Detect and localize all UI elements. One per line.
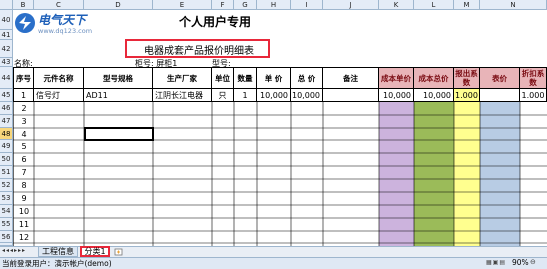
row-header-48[interactable]: 48: [0, 128, 13, 140]
row-header-46[interactable]: 46: [0, 102, 13, 115]
row45-model[interactable]: AD11: [84, 89, 153, 102]
row-header-56[interactable]: 56: [0, 231, 13, 243]
tab-scroll-arrows-icon[interactable]: ◂◂◂▸▸▸: [2, 247, 26, 254]
column-header-d[interactable]: D: [84, 0, 153, 10]
column-header-m[interactable]: M: [454, 0, 480, 10]
column-header-c[interactable]: C: [34, 0, 84, 10]
status-bar: 当前登录用户：演示帐户(demo): [0, 257, 547, 269]
row47-seq[interactable]: 3: [14, 115, 34, 128]
row-header-55[interactable]: 55: [0, 218, 13, 231]
sheet-subtitle: 电器成套产品报价明细表: [144, 46, 254, 57]
column-header-e[interactable]: E: [153, 0, 212, 10]
row45-discount[interactable]: 1.000: [520, 89, 547, 102]
row-header-51[interactable]: 51: [0, 166, 13, 179]
row45-remark[interactable]: [323, 89, 379, 102]
row-header-40[interactable]: 40: [0, 10, 13, 30]
row50-seq[interactable]: 6: [14, 153, 34, 166]
new-sheet-icon[interactable]: [113, 247, 125, 256]
zoom-out-icon[interactable]: ⊖: [530, 258, 536, 266]
zoom-level[interactable]: 90%: [512, 258, 529, 267]
row45-unit[interactable]: 只: [212, 89, 234, 102]
column-header-i[interactable]: I: [291, 0, 323, 10]
header-price[interactable]: 单 价: [257, 67, 291, 89]
header-list-price[interactable]: 表价: [480, 67, 520, 89]
row53-seq[interactable]: 9: [14, 192, 34, 205]
column-header-l[interactable]: L: [414, 0, 454, 10]
row-header-54[interactable]: 54: [0, 205, 13, 218]
column-header-f[interactable]: F: [212, 0, 234, 10]
row-header-47[interactable]: 47: [0, 115, 13, 128]
header-quote-coef[interactable]: 报出系数: [454, 67, 480, 89]
header-unit[interactable]: 单位: [212, 67, 234, 89]
column-header-g[interactable]: G: [234, 0, 257, 10]
column-header-n[interactable]: N: [480, 0, 547, 10]
header-total[interactable]: 总 价: [291, 67, 323, 89]
status-user: 当前登录用户：演示帐户(demo): [2, 259, 112, 268]
view-mode-icons[interactable]: ▦▣▤: [486, 259, 506, 266]
row45-component[interactable]: 信号灯: [34, 89, 84, 102]
tab-project-info[interactable]: 工程信息: [38, 246, 78, 257]
grid-lines: [13, 102, 547, 246]
row45-cost-total[interactable]: 10,000: [414, 89, 454, 102]
row49-seq[interactable]: 5: [14, 140, 34, 153]
row45-list-price[interactable]: [480, 89, 520, 102]
header-cost-unit[interactable]: 成本单价: [379, 67, 414, 89]
header-component[interactable]: 元件名称: [34, 67, 84, 89]
row48-seq[interactable]: 4: [14, 128, 34, 140]
page-title: 个人用户专用: [178, 15, 251, 29]
row55-seq[interactable]: 11: [14, 218, 34, 231]
row-header-41[interactable]: 41: [0, 30, 13, 40]
column-header-k[interactable]: K: [379, 0, 414, 10]
row-header-43[interactable]: 43: [0, 58, 13, 67]
row-header-45[interactable]: 45: [0, 89, 13, 102]
header-cost-total[interactable]: 成本总价: [414, 67, 454, 89]
row45-price[interactable]: 10,000: [257, 89, 291, 102]
row-header-52[interactable]: 52: [0, 179, 13, 192]
column-header-j[interactable]: J: [323, 0, 379, 10]
row45-seq[interactable]: 1: [13, 89, 34, 102]
header-discount[interactable]: 折扣系数: [520, 67, 547, 89]
tab-category-1[interactable]: 分类1: [80, 246, 110, 257]
row54-seq[interactable]: 10: [14, 205, 34, 218]
column-header-b[interactable]: B: [13, 0, 34, 10]
row-header-53[interactable]: 53: [0, 192, 13, 205]
logo-name: 电气天下: [38, 13, 87, 27]
row46-seq[interactable]: 2: [14, 102, 34, 115]
row45-quote-coef[interactable]: 1.000: [454, 89, 480, 102]
header-model[interactable]: 型号规格: [84, 67, 153, 89]
active-cell-cursor[interactable]: [84, 127, 154, 141]
company-logo: 电气天下 www.dq123.com: [14, 10, 122, 38]
row45-qty[interactable]: 1: [234, 89, 257, 102]
row45-cost-unit[interactable]: 10,000: [379, 89, 414, 102]
row-header-49[interactable]: 49: [0, 140, 13, 153]
row45-total[interactable]: 10,000: [291, 89, 323, 102]
row45-maker[interactable]: 江阴长江电器: [153, 89, 212, 102]
logo-mark-icon: [15, 13, 35, 33]
select-all-corner[interactable]: [0, 0, 13, 10]
row-header-44[interactable]: 44: [0, 67, 13, 89]
row51-seq[interactable]: 7: [14, 166, 34, 179]
row-header-42[interactable]: 42: [0, 40, 13, 58]
header-remark[interactable]: 备注: [323, 67, 379, 89]
header-maker[interactable]: 生产厂家: [153, 67, 212, 89]
logo-url: www.dq123.com: [38, 27, 93, 35]
header-qty[interactable]: 数量: [234, 67, 257, 89]
row56-seq[interactable]: 12: [14, 231, 34, 243]
column-header-h[interactable]: H: [257, 0, 291, 10]
header-seq[interactable]: 序号: [13, 67, 34, 89]
row-header-50[interactable]: 50: [0, 153, 13, 166]
row52-seq[interactable]: 8: [14, 179, 34, 192]
